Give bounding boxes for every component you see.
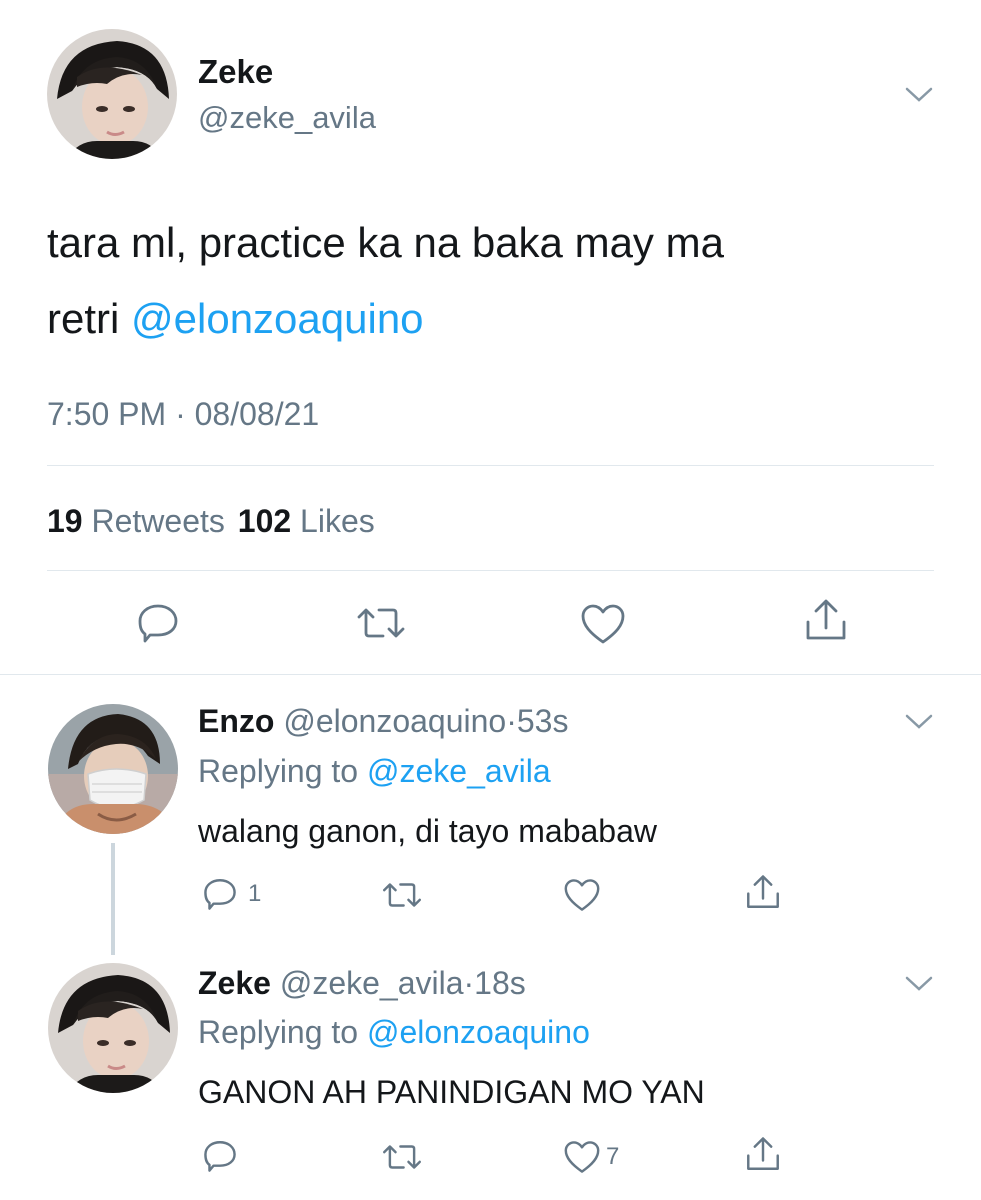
- like-count: 7: [606, 1143, 620, 1170]
- chevron-down-icon[interactable]: [904, 85, 934, 105]
- replying-to: Replying to @elonzoaquino: [198, 1011, 590, 1053]
- reply-text: GANON AH PANINDIGAN MO YAN: [198, 1074, 705, 1110]
- tweet-text-line2: retri: [47, 295, 120, 342]
- retweets-count: 19: [47, 503, 83, 539]
- share-icon[interactable]: [744, 1136, 782, 1172]
- reply-time[interactable]: 53s: [517, 703, 569, 739]
- replying-to-label: Replying to: [198, 1014, 359, 1050]
- tweet-mention-link[interactable]: @elonzoaquino: [131, 295, 424, 342]
- replying-to-link[interactable]: @zeke_avila: [367, 753, 551, 789]
- thread-line: [111, 843, 115, 955]
- share-icon[interactable]: [744, 874, 782, 910]
- chevron-down-icon[interactable]: [904, 974, 934, 994]
- reply-icon[interactable]: [202, 1139, 238, 1173]
- retweets-stat[interactable]: 19 Retweets: [47, 503, 234, 539]
- tweet-text-line1: tara ml, practice ka na baka may ma: [47, 219, 724, 266]
- author-handle[interactable]: @zeke_avila: [198, 98, 376, 138]
- replying-to-label: Replying to: [198, 753, 359, 789]
- author-display-name[interactable]: Zeke: [198, 52, 273, 92]
- like-icon[interactable]: [563, 1140, 601, 1174]
- avatar[interactable]: [47, 29, 177, 159]
- replying-to-link[interactable]: @elonzoaquino: [367, 1014, 590, 1050]
- reply-header: Zeke @zeke_avila·18s: [198, 962, 526, 1004]
- likes-count: 102: [237, 503, 292, 539]
- reply-header: Enzo @elonzoaquino·53s: [198, 700, 568, 742]
- separator-dot: ·: [506, 703, 517, 739]
- likes-stat[interactable]: 102 Likes: [238, 503, 375, 539]
- divider: [47, 570, 934, 571]
- chevron-down-icon[interactable]: [904, 712, 934, 732]
- retweet-icon[interactable]: [381, 880, 423, 910]
- avatar[interactable]: [48, 963, 178, 1093]
- reply-handle[interactable]: @zeke_avila: [280, 965, 464, 1001]
- separator-dot: ·: [463, 965, 475, 1001]
- share-icon[interactable]: [803, 598, 849, 642]
- tweet-stats: 19 Retweets 102 Likes: [47, 500, 375, 542]
- retweets-label: Retweets: [91, 503, 225, 539]
- avatar[interactable]: [48, 704, 178, 834]
- reply-text: walang ganon, di tayo mababaw: [198, 813, 657, 849]
- reply-count: 1: [248, 880, 262, 907]
- reply-icon[interactable]: [136, 602, 180, 644]
- like-icon[interactable]: [580, 603, 626, 645]
- tweet-timestamp[interactable]: 7:50 PM · 08/08/21: [47, 393, 319, 435]
- like-icon[interactable]: [563, 878, 601, 912]
- retweet-icon[interactable]: [381, 1142, 423, 1172]
- divider: [0, 674, 981, 675]
- reply-icon[interactable]: [202, 877, 238, 911]
- replying-to: Replying to @zeke_avila: [198, 750, 551, 792]
- reply-display-name[interactable]: Zeke: [198, 965, 271, 1001]
- reply-handle[interactable]: @elonzoaquino: [283, 703, 506, 739]
- reply-display-name[interactable]: Enzo: [198, 703, 274, 739]
- tweet-text: tara ml, practice ka na baka may ma retr…: [47, 205, 947, 357]
- reply-time[interactable]: 18s: [474, 965, 526, 1001]
- divider: [47, 465, 934, 466]
- likes-label: Likes: [300, 503, 375, 539]
- retweet-icon[interactable]: [355, 605, 407, 641]
